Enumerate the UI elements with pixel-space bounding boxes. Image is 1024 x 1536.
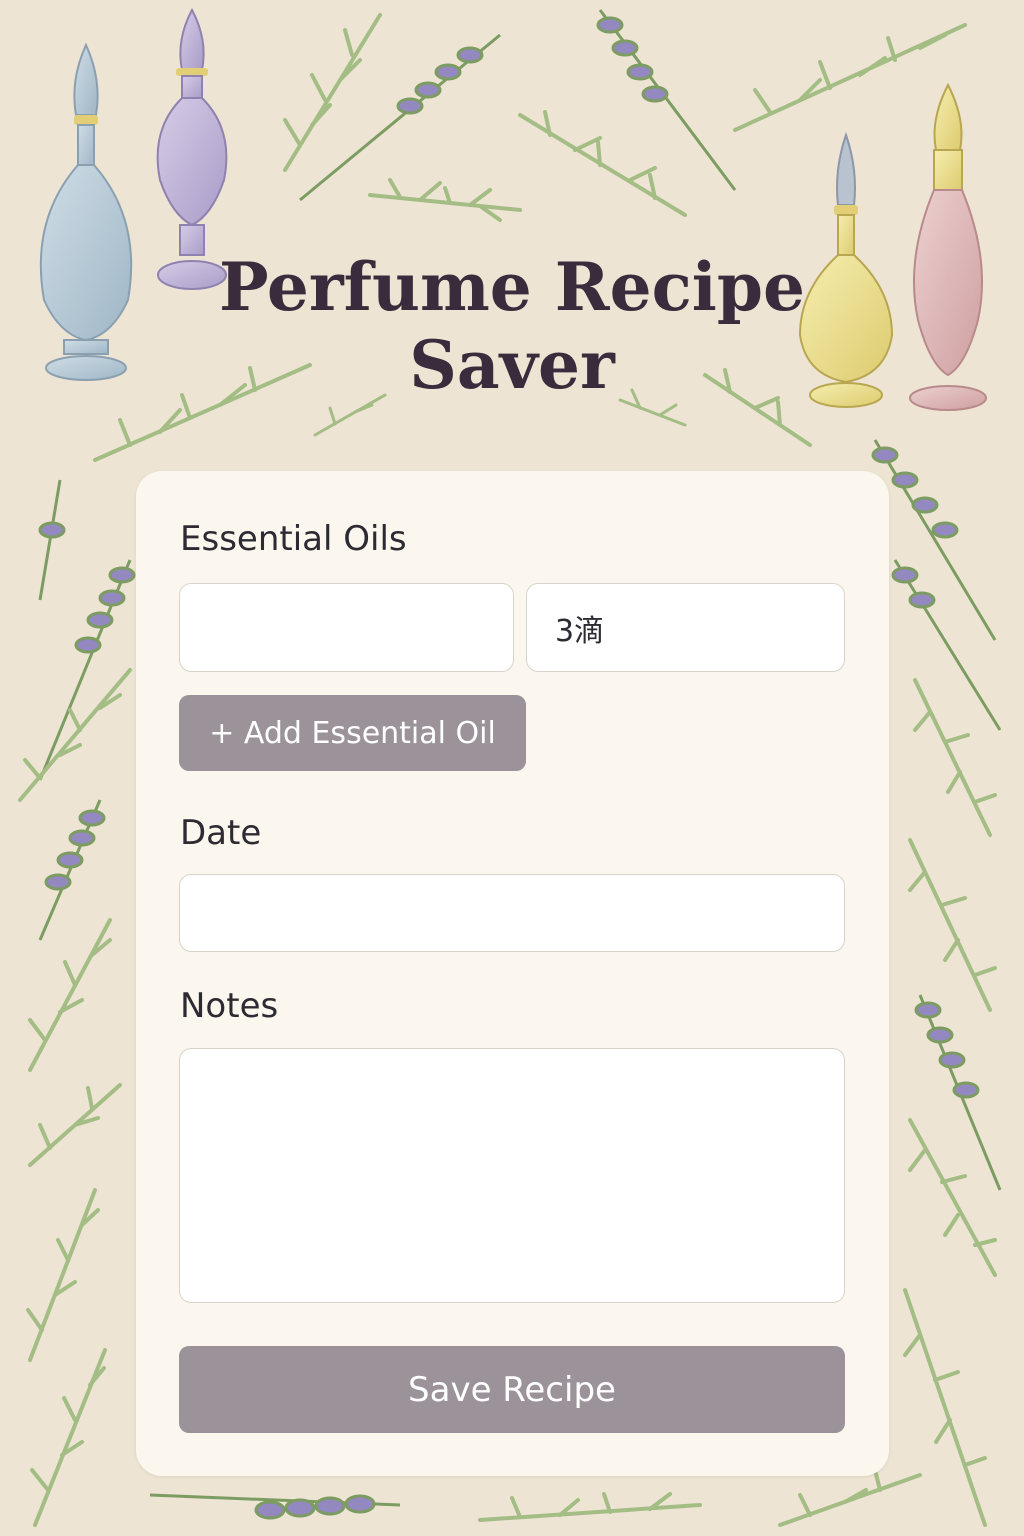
rosemary-sprig-icon [26, 1188, 100, 1362]
notes-textarea[interactable] [179, 1048, 845, 1303]
essential-oils-label: Essential Oils [180, 519, 407, 559]
perfume-bottle-icon [909, 82, 987, 411]
lavender-sprig-icon [914, 994, 1002, 1191]
lavender-sprig-icon [871, 439, 1002, 731]
rosemary-sprig-icon [30, 1348, 107, 1527]
rosemary-sprig-icon [368, 178, 522, 222]
oil-name-input[interactable] [179, 583, 514, 672]
rosemary-sprig-icon [903, 1288, 987, 1527]
lavender-sprig-icon [38, 479, 136, 781]
rosemary-sprig-icon [18, 668, 132, 802]
recipe-form-card: Essential Oils + Add Essential Oil Date … [136, 471, 889, 1476]
lavender-sprig-icon [299, 33, 501, 202]
rosemary-sprig-icon [478, 1492, 702, 1522]
page-title: Perfume Recipe Saver [218, 248, 806, 404]
lavender-sprig-icon [149, 1493, 401, 1520]
save-recipe-button[interactable]: Save Recipe [179, 1346, 845, 1433]
rosemary-sprig-icon [28, 918, 112, 1072]
rosemary-sprig-icon [28, 1083, 122, 1167]
date-label: Date [180, 813, 262, 853]
notes-label: Notes [180, 986, 279, 1026]
rosemary-sprig-icon [518, 110, 687, 217]
perfume-bottle-icon [39, 42, 133, 381]
date-input[interactable] [179, 874, 845, 952]
lavender-sprig-icon [38, 799, 106, 941]
oil-amount-input[interactable] [526, 583, 845, 672]
add-essential-oil-button[interactable]: + Add Essential Oil [179, 695, 526, 771]
rosemary-sprig-icon [778, 1468, 922, 1527]
lavender-sprig-icon [596, 9, 737, 191]
rosemary-sprig-icon [733, 23, 967, 132]
rosemary-sprig-icon [908, 838, 997, 1012]
